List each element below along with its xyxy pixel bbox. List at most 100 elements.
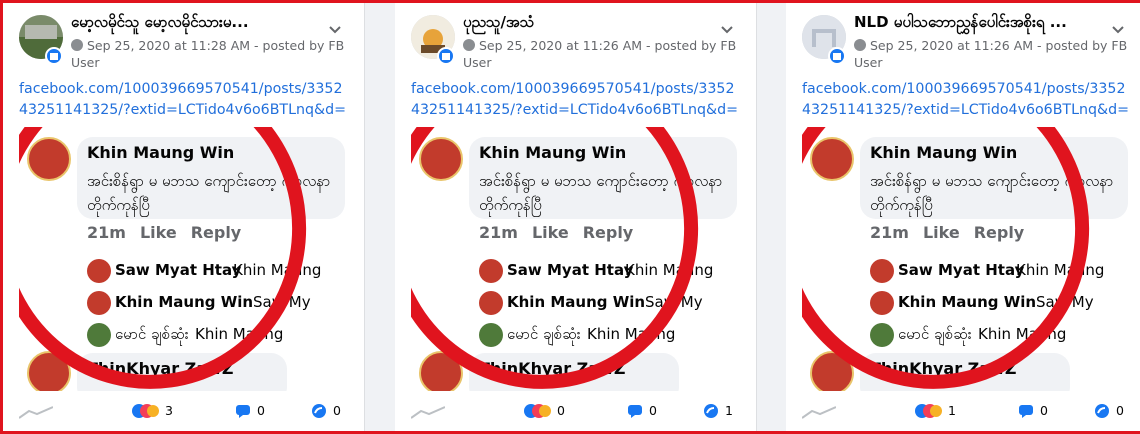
trend-icon: [802, 406, 836, 419]
comment-actions: 21m Like Reply: [870, 223, 1038, 242]
shares-stat[interactable]: 0: [311, 403, 341, 423]
comment-text: အင်းစိန်ရွာ မ မဘသ ကျောင်းတော့ ကာလနာတိုက်…: [87, 172, 331, 214]
comment-icon: [628, 405, 642, 418]
post-screenshot[interactable]: Khin Maung Win အင်းစိန်ရွာ မ မဘသ ကျောင်း…: [411, 127, 741, 391]
post-footer: 3 0 0: [3, 395, 364, 431]
page-badge-icon: [45, 47, 63, 65]
comments-stat[interactable]: 0: [1018, 403, 1048, 423]
post-card: ပုညသူ/အသံ Sep 25, 2020 at 11:26 AM - pos…: [395, 3, 757, 431]
post-meta: Sep 25, 2020 at 11:26 AM - posted by FB …: [854, 38, 1128, 70]
reply-name: မောင် ချစ်ဆုံး: [507, 325, 581, 343]
comment-author: Khin Maung Win: [87, 143, 235, 162]
reply-row: Khin Maung Win Saw My: [479, 289, 741, 317]
post-meta: Sep 25, 2020 at 11:28 AM - posted by FB …: [71, 38, 345, 70]
comment-icon: [236, 405, 250, 418]
chevron-down-icon[interactable]: [1111, 25, 1125, 35]
next-comment-author: ThinKhyar ZawZ: [870, 359, 1017, 378]
reply-avatar: [87, 291, 111, 315]
reply-name: Khin Maung Win: [898, 293, 1037, 311]
reply-row: Khin Maung Win Saw My: [870, 289, 1132, 317]
chevron-down-icon[interactable]: [720, 25, 734, 35]
reactions-count: 0: [557, 403, 565, 418]
next-comment-avatar: [810, 351, 854, 391]
reply-name: မောင် ချစ်ဆုံး: [115, 325, 189, 343]
comment-time: 21m: [87, 223, 126, 242]
reactions-stat[interactable]: 0: [523, 403, 565, 423]
card-gap: [757, 3, 785, 431]
next-comment-author: ThinKhyar ZawZ: [479, 359, 626, 378]
comment-like: Like: [531, 223, 569, 242]
comment-author: Khin Maung Win: [479, 143, 627, 162]
comments-stat[interactable]: 0: [627, 403, 657, 423]
comment-time: 21m: [479, 223, 518, 242]
reply-name: Saw Myat Htay: [898, 261, 1025, 279]
comment-avatar: [27, 137, 71, 181]
reactions-stat[interactable]: 3: [131, 403, 173, 423]
comment-like: Like: [922, 223, 960, 242]
reply-avatar: [87, 259, 111, 283]
reply-text: Saw My: [645, 293, 703, 311]
comment-like: Like: [139, 223, 177, 242]
page-badge-icon: [828, 47, 846, 65]
page-badge-icon: [437, 47, 455, 65]
post-screenshot[interactable]: Khin Maung Win အင်းစိန်ရွာ မ မဘသ ကျောင်း…: [802, 127, 1132, 391]
reply-name: Khin Maung Win: [115, 293, 254, 311]
reply-text: Khin Maung: [195, 325, 284, 343]
post-card: မော့လမိုင်သူ မော့လမိုင်သားမ... Sep 25, 2…: [3, 3, 365, 431]
reply-avatar: [479, 323, 503, 347]
comment-actions: 21m Like Reply: [87, 223, 255, 242]
shares-stat[interactable]: 1: [703, 403, 733, 423]
reply-row: Saw Myat Htay Khin Maung: [479, 257, 741, 285]
globe-icon: [463, 39, 475, 51]
comment-reply: Reply: [190, 223, 242, 242]
next-comment-avatar: [419, 351, 463, 391]
reply-text: Saw My: [1036, 293, 1094, 311]
comments-stat[interactable]: 0: [235, 403, 265, 423]
reply-text: Khin Maung: [1016, 261, 1105, 279]
shares-count: 0: [1116, 403, 1124, 418]
comment-icon: [1019, 405, 1033, 418]
next-comment-avatar: [27, 351, 71, 391]
page-name[interactable]: မော့လမိုင်သူ မော့လမိုင်သားမ...: [71, 13, 331, 35]
timestamp[interactable]: Sep 25, 2020 at 11:26 AM: [479, 38, 642, 53]
shares-stat[interactable]: 0: [1094, 403, 1124, 423]
comment-reply: Reply: [582, 223, 634, 242]
reactions-count: 3: [165, 403, 173, 418]
comment-avatar: [810, 137, 854, 181]
reactions-icon: [524, 404, 551, 418]
chevron-down-icon[interactable]: [328, 25, 342, 35]
comments-count: 0: [649, 403, 657, 418]
reply-text: Khin Maung: [233, 261, 322, 279]
next-comment-author: ThinKhyar ZawZ: [87, 359, 234, 378]
reply-text: Khin Maung: [587, 325, 676, 343]
post-cards: မော့လမိုင်သူ မော့လမိုင်သားမ... Sep 25, 2…: [3, 3, 1140, 431]
reply-name: Khin Maung Win: [507, 293, 646, 311]
post-meta: Sep 25, 2020 at 11:26 AM - posted by FB …: [463, 38, 737, 70]
reply-name: မောင် ချစ်ဆုံး: [898, 325, 972, 343]
post-screenshot[interactable]: Khin Maung Win အင်းစိန်ရွာ မ မဘသ ကျောင်း…: [19, 127, 349, 391]
reply-text: Khin Maung: [625, 261, 714, 279]
reply-avatar: [870, 323, 894, 347]
reactions-stat[interactable]: 1: [914, 403, 956, 423]
timestamp[interactable]: Sep 25, 2020 at 11:26 AM: [870, 38, 1033, 53]
comments-count: 0: [257, 403, 265, 418]
share-icon: [704, 404, 718, 418]
trend-icon: [19, 406, 53, 419]
comment-text: အင်းစိန်ရွာ မ မဘသ ကျောင်းတော့ ကာလနာတိုက်…: [479, 172, 723, 214]
reply-row: Saw Myat Htay Khin Maung: [87, 257, 349, 285]
card-gap: [365, 3, 393, 431]
trend-icon: [411, 406, 445, 419]
globe-icon: [854, 39, 866, 51]
reply-row: Saw Myat Htay Khin Maung: [870, 257, 1132, 285]
globe-icon: [71, 39, 83, 51]
page-name[interactable]: NLD မပါသဘောညွှန်ပေါင်းအစိုးရ ...: [854, 13, 1114, 35]
reactions-count: 1: [948, 403, 956, 418]
comment-text: အင်းစိန်ရွာ မ မဘသ ကျောင်းတော့ ကာလနာတိုက်…: [870, 172, 1114, 214]
share-icon: [312, 404, 326, 418]
reply-name: Saw Myat Htay: [115, 261, 242, 279]
shares-count: 1: [725, 403, 733, 418]
page-name[interactable]: ပုညသူ/အသံ: [463, 13, 723, 35]
reply-avatar: [870, 259, 894, 283]
timestamp[interactable]: Sep 25, 2020 at 11:28 AM: [87, 38, 250, 53]
reply-text: Khin Maung: [978, 325, 1067, 343]
